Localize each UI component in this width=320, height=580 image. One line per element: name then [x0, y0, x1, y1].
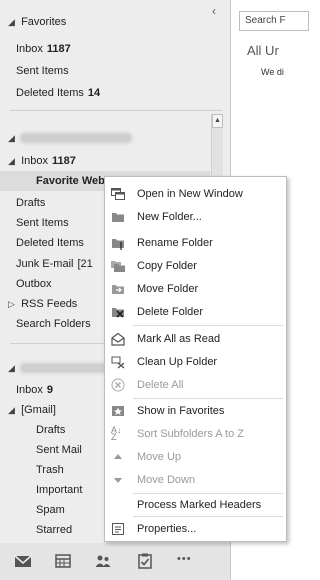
folder-outbox[interactable]: Outbox: [16, 274, 51, 294]
message-filter[interactable]: All Ur: [247, 43, 279, 58]
menu-item-properties[interactable]: Properties...: [105, 519, 286, 539]
menu-item-sort-subfolders[interactable]: A↓ Z Sort Subfolders A to Z: [105, 424, 286, 444]
folder-rss-feeds[interactable]: ▷ RSS Feeds: [8, 294, 77, 314]
menu-item-mark-all-as-read[interactable]: Mark All as Read: [105, 329, 286, 349]
folder-search-folders[interactable]: Search Folders: [16, 314, 91, 334]
account-2-header[interactable]: ◢: [8, 358, 117, 378]
menu-separator: [133, 516, 283, 517]
gmail-important[interactable]: Important: [36, 480, 82, 500]
account-email-redacted: [21, 364, 117, 373]
collapse-pane-icon[interactable]: ‹: [212, 4, 216, 18]
menu-item-move-folder[interactable]: Move Folder: [105, 279, 286, 299]
expanded-triangle-icon: ◢: [8, 133, 15, 143]
mail-icon[interactable]: [14, 553, 32, 569]
folder-junk-email[interactable]: Junk E-mail [21: [16, 254, 93, 274]
delete-folder-icon: [112, 308, 124, 318]
menu-item-delete-folder[interactable]: Delete Folder: [105, 302, 286, 322]
rename-folder-icon: [112, 239, 124, 250]
move-up-icon: [114, 454, 122, 459]
menu-item-open-in-new-window[interactable]: Open in New Window: [105, 184, 286, 204]
new-window-icon: [111, 188, 125, 200]
calendar-icon[interactable]: [54, 553, 72, 569]
folder-drafts[interactable]: Drafts: [16, 193, 45, 213]
clean-up-icon: [111, 356, 125, 369]
account-1-header[interactable]: ◢: [8, 128, 132, 148]
more-icon[interactable]: •••: [177, 553, 192, 565]
account-email-redacted: [21, 134, 132, 143]
move-down-icon: [114, 478, 122, 483]
menu-separator: [133, 325, 283, 326]
folder-context-menu: Open in New Window New Folder... Rename …: [104, 176, 287, 542]
favorites-deleted-items[interactable]: Deleted Items 14: [16, 83, 100, 103]
menu-item-move-up[interactable]: Move Up: [105, 447, 286, 467]
expanded-triangle-icon: ◢: [8, 17, 15, 27]
gmail-trash[interactable]: Trash: [36, 460, 64, 480]
divider: [10, 110, 222, 111]
sort-az-icon: A↓ Z: [111, 425, 122, 442]
gmail-sent-mail[interactable]: Sent Mail: [36, 440, 82, 460]
copy-folder-icon: [111, 261, 125, 272]
navigation-bar: •••: [0, 543, 230, 580]
menu-item-rename-folder[interactable]: Rename Folder: [105, 233, 286, 253]
expanded-triangle-icon: ◢: [8, 156, 15, 166]
properties-icon: [112, 523, 124, 535]
move-folder-icon: [112, 285, 124, 294]
expanded-triangle-icon: ◢: [8, 405, 15, 415]
menu-item-move-down[interactable]: Move Down: [105, 470, 286, 490]
folder-sent-items[interactable]: Sent Items: [16, 213, 69, 233]
menu-item-copy-folder[interactable]: Copy Folder: [105, 256, 286, 276]
folder-deleted-items[interactable]: Deleted Items: [16, 233, 84, 253]
account-1-inbox[interactable]: ◢ Inbox 1187: [8, 151, 76, 171]
menu-separator: [133, 398, 283, 399]
search-input[interactable]: Search F: [239, 11, 309, 31]
people-icon[interactable]: [94, 553, 112, 569]
favorites-header[interactable]: ◢ Favorites: [8, 12, 66, 32]
menu-separator: [133, 493, 283, 494]
delete-all-icon: [111, 378, 125, 392]
menu-item-delete-all[interactable]: Delete All: [105, 375, 286, 395]
favorites-inbox[interactable]: Inbox 1187: [16, 39, 71, 59]
scroll-up-icon[interactable]: ▲: [212, 114, 223, 128]
menu-item-process-marked-headers[interactable]: Process Marked Headers: [105, 495, 286, 515]
menu-item-clean-up-folder[interactable]: Clean Up Folder: [105, 352, 286, 372]
account-2-inbox[interactable]: Inbox 9: [16, 380, 53, 400]
mark-read-icon: [111, 332, 125, 346]
favorites-sent-items[interactable]: Sent Items: [16, 61, 69, 81]
gmail-starred[interactable]: Starred: [36, 520, 72, 540]
gmail-spam[interactable]: Spam: [36, 500, 65, 520]
menu-item-show-in-favorites[interactable]: Show in Favorites: [105, 401, 286, 421]
collapsed-triangle-icon: ▷: [8, 299, 15, 309]
new-folder-icon: [112, 213, 124, 222]
favorites-icon: [112, 406, 124, 416]
expanded-triangle-icon: ◢: [8, 363, 15, 373]
menu-item-new-folder[interactable]: New Folder...: [105, 207, 286, 227]
folder-gmail[interactable]: ◢ [Gmail]: [8, 400, 56, 420]
gmail-drafts[interactable]: Drafts: [36, 420, 65, 440]
tasks-icon[interactable]: [136, 553, 154, 569]
message-info-text: We di: [261, 67, 284, 77]
